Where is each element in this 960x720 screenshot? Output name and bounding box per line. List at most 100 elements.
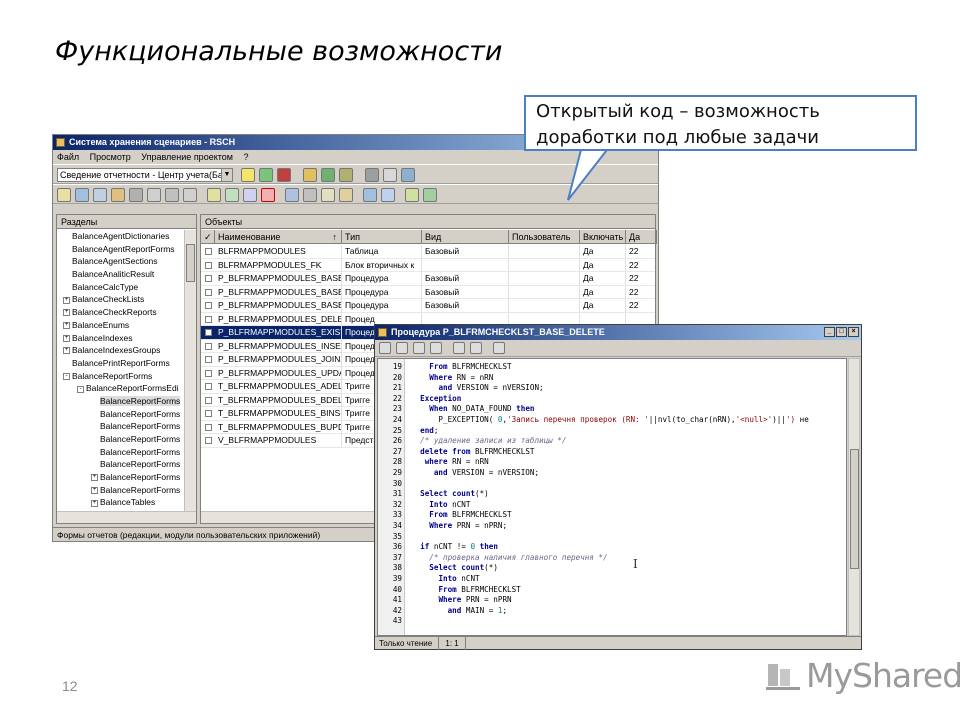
row-checkbox[interactable] [205,423,212,431]
tree-item[interactable]: BalanceAgentReportForms [57,243,184,256]
structure-icon[interactable] [423,188,437,202]
tree-item[interactable]: BalanceAnaliticResult [57,268,184,281]
tree-item[interactable]: BalanceReportForms [57,446,184,459]
copy-icon[interactable] [93,188,107,202]
project-combo[interactable]: Сведение отчетности - Центр учета(Ба ▼ [57,168,233,182]
row-checkbox[interactable] [205,410,212,417]
expand-icon[interactable]: + [63,322,70,330]
tree-icon[interactable] [405,188,419,202]
tree-horizontal-scrollbar[interactable] [57,511,196,523]
tree-item[interactable]: + BalanceCheckLists [57,293,184,306]
reload-icon[interactable] [381,188,395,202]
tree-item[interactable]: BalanceReportForms [57,408,184,421]
row-checkbox[interactable] [205,315,212,323]
bracket-icon[interactable] [339,188,353,202]
sort-az-icon[interactable] [321,168,335,182]
row-checkbox[interactable] [205,329,212,336]
menu-file[interactable]: Файл [57,152,79,162]
expand-icon[interactable]: + [91,474,98,482]
lightning-icon[interactable] [241,168,255,182]
chevron-down-icon[interactable]: ▼ [221,169,232,181]
row-checkbox[interactable] [205,261,212,269]
cut-icon[interactable] [396,342,408,354]
export-icon[interactable] [339,168,353,182]
tree-item[interactable]: + BalanceCheckReports [57,306,184,319]
users-icon[interactable] [303,168,317,182]
column-header-type[interactable]: Тип [342,230,422,244]
row-checkbox[interactable] [205,248,212,255]
chain-icon[interactable] [303,188,317,202]
add-icon[interactable] [75,188,89,202]
column-header-kind[interactable]: Вид [422,230,509,244]
move-icon[interactable] [129,188,143,202]
row-checkbox[interactable] [205,383,212,390]
tree-item[interactable]: BalanceAgentSections [57,255,184,268]
column-header-name[interactable]: Наименование ↑ [215,230,342,244]
tree-item[interactable]: BalanceCalcType [57,281,184,294]
delete-section-icon[interactable] [147,188,161,202]
tree-item[interactable]: - BalanceReportForms [57,370,184,383]
row-checkbox[interactable] [205,302,212,309]
editor-titlebar[interactable]: Процедура P_BLFRMCHECKLST_BASE_DELETE _ … [375,325,861,340]
duplicate-icon[interactable] [243,188,257,202]
row-checkbox[interactable] [205,342,212,350]
save-icon[interactable] [453,342,465,354]
menu-help[interactable]: ? [243,152,248,162]
new-section-icon[interactable] [57,188,71,202]
tree-item[interactable]: + BalanceTables [57,496,184,509]
gear-icon[interactable] [321,188,335,202]
table-row[interactable]: P_BLFRMAPPMODULES_BASE_INПроцедураБазовы… [201,285,655,299]
tree-item[interactable]: - BalanceReportFormsEdi [57,382,184,395]
table-row[interactable]: P_BLFRMAPPMODULES_BASE_DIПроцедураБазовы… [201,272,655,286]
tree-item[interactable]: + BalanceIndexes [57,332,184,345]
expand-icon[interactable]: + [63,309,70,317]
tree-vertical-scrollbar[interactable] [184,230,196,511]
tree-item[interactable]: BalanceReportForms [57,458,184,471]
row-checkbox[interactable] [205,396,212,404]
delete-icon[interactable] [261,188,275,202]
table-row[interactable]: BLFRMAPPMODULES_FK Блок вторичных к Да 22 [201,258,655,272]
row-checkbox[interactable] [205,288,212,296]
expand-icon[interactable]: + [91,499,98,507]
tree-item[interactable]: + BalanceEnums [57,319,184,332]
undo-icon[interactable] [493,342,505,354]
row-checkbox[interactable] [205,369,212,377]
sort-icon[interactable] [259,168,273,182]
new-object-icon[interactable] [207,188,221,202]
properties-icon[interactable] [365,168,379,182]
tree-item[interactable]: + BalanceIndexesGroups [57,344,184,357]
sync-icon[interactable] [363,188,377,202]
print-icon[interactable] [379,342,391,354]
tree-item[interactable]: BalanceReportForms [57,395,184,408]
editor-scroll-thumb[interactable] [850,449,859,569]
code-editor[interactable]: 19 From BLFRMCHECKLST 20 Where RN = nRN 21… [377,358,847,636]
tree-item[interactable]: BalanceAgentDictionaries [57,230,184,243]
find-icon[interactable] [470,342,482,354]
editor-vertical-scrollbar[interactable] [848,358,860,636]
settings-icon[interactable] [183,188,197,202]
tree-item[interactable]: BalanceReportForms [57,433,184,446]
paste-icon[interactable] [111,188,125,202]
row-checkbox[interactable] [205,275,212,282]
tree-item[interactable]: BalanceReportForms [57,420,184,433]
bookmark-icon[interactable] [277,168,291,182]
collapse-icon[interactable]: - [63,372,70,380]
expand-icon[interactable]: + [63,296,70,304]
column-header-include[interactable]: Включать [580,230,626,244]
link-icon[interactable] [285,188,299,202]
binoculars-icon[interactable] [383,168,397,182]
table-row[interactable]: BLFRMAPPMODULES Таблица Базовый Да 22 [201,245,655,259]
table-row[interactable]: P_BLFRMAPPMODULES_BASE_UIПроцедураБазовы… [201,299,655,313]
tree-item[interactable]: BalancePrintReportForms [57,357,184,370]
minimize-button[interactable]: _ [824,327,835,337]
tree-item[interactable]: + BalanceReportForms [57,484,184,497]
scroll-thumb[interactable] [186,244,195,282]
edit-object-icon[interactable] [225,188,239,202]
filter-icon[interactable] [401,168,415,182]
maximize-button[interactable]: □ [836,327,847,337]
column-header-user[interactable]: Пользователь [509,230,580,244]
column-header-date[interactable]: Да [626,230,657,244]
close-button[interactable]: × [848,327,859,337]
refresh-icon[interactable] [165,188,179,202]
menu-view[interactable]: Просмотр [90,152,131,162]
